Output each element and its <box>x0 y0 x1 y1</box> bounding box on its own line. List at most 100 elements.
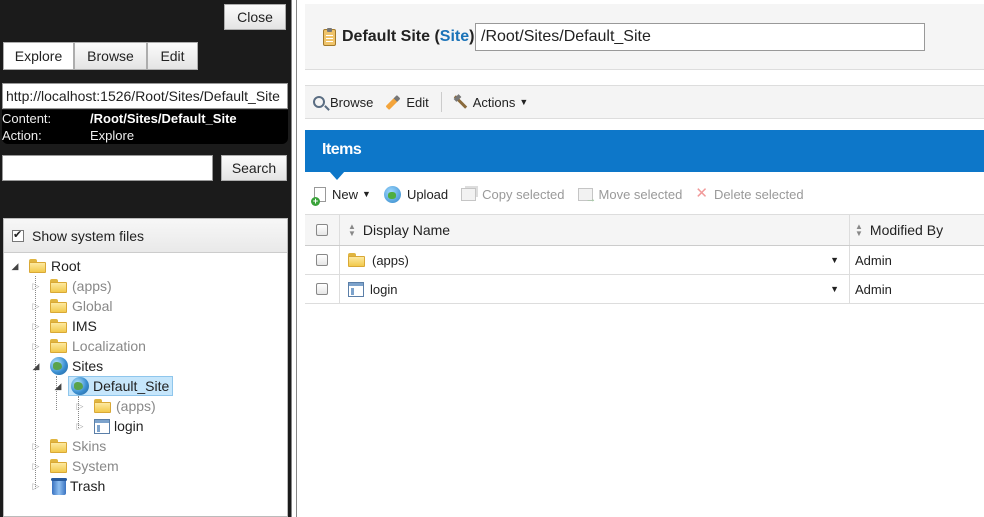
expand-skins-icon[interactable]: ▷ <box>31 441 41 452</box>
expand-default-site-icon[interactable]: ◢ <box>53 381 63 392</box>
show-system-files-toggle[interactable]: Show system files <box>4 219 287 253</box>
tools-icon <box>452 94 468 110</box>
page-title: Default Site (Site) <box>323 27 474 46</box>
clipboard-icon <box>323 27 336 46</box>
row-name-cell: (apps) ▼ <box>339 246 849 274</box>
column-modified-by-label: Modified By <box>869 222 944 238</box>
column-modified-by[interactable]: ▲ ▼ Modified By <box>849 215 984 245</box>
actions-label: Actions <box>472 94 516 110</box>
move-selected-label: Move selected <box>598 186 683 202</box>
expand-site-apps-icon[interactable]: ▷ <box>75 401 85 412</box>
expand-ims-icon[interactable]: ▷ <box>31 321 41 332</box>
expand-localization-icon[interactable]: ▷ <box>31 341 41 352</box>
tree-node-ims[interactable]: IMS <box>50 316 97 336</box>
copy-icon <box>461 187 477 201</box>
row-name[interactable]: login <box>370 282 397 297</box>
expand-login-icon[interactable]: ▷ <box>75 421 85 432</box>
expand-sites-icon[interactable]: ◢ <box>31 361 41 372</box>
tree-node-label: (apps) <box>116 398 156 414</box>
magnifier-icon <box>313 96 325 108</box>
tree-node-localization[interactable]: Localization <box>50 336 146 356</box>
content-label: Content: <box>2 111 52 126</box>
row-checkbox[interactable] <box>316 283 328 295</box>
browse-button[interactable]: Browse <box>313 95 373 110</box>
search-button[interactable]: Search <box>221 155 287 181</box>
tree-node-label: Skins <box>72 438 107 454</box>
delete-x-icon: ✕ <box>695 185 708 202</box>
new-document-icon <box>311 186 326 206</box>
search-input[interactable] <box>2 155 213 181</box>
table-row[interactable]: login ▼ Admin <box>305 275 984 304</box>
folder-icon <box>348 253 366 267</box>
row-select-cell <box>305 246 339 274</box>
tree-node-sites[interactable]: Sites <box>50 356 103 376</box>
page-icon <box>348 281 364 297</box>
tree-node-label: Default_Site <box>93 378 170 394</box>
new-label: New <box>332 186 359 202</box>
chevron-down-icon[interactable]: ▼ <box>830 284 839 294</box>
action-value: Explore <box>90 128 135 143</box>
expand-system-icon[interactable]: ▷ <box>31 461 41 472</box>
upload-globe-icon <box>383 185 401 203</box>
site-name: Default Site <box>342 28 431 45</box>
page-icon <box>94 418 110 434</box>
edit-label: Edit <box>406 94 429 110</box>
upload-button[interactable]: Upload <box>383 185 448 203</box>
tree-node-skins[interactable]: Skins <box>50 436 106 456</box>
folder-icon <box>50 439 68 453</box>
edit-button[interactable]: Edit <box>385 94 429 110</box>
row-modified-by: Admin <box>849 275 984 303</box>
tree-node-label: System <box>72 458 119 474</box>
content-panel: Default Site (Site) /Root/Sites/Default_… <box>297 0 984 517</box>
path-field[interactable]: /Root/Sites/Default_Site <box>475 23 925 51</box>
copy-selected-button[interactable]: Copy selected <box>461 186 565 202</box>
items-section-title: Items <box>305 130 984 172</box>
expand-trash-icon[interactable]: ▷ <box>31 481 41 492</box>
tab-explore[interactable]: Explore <box>3 42 74 70</box>
delete-selected-label: Delete selected <box>713 186 804 202</box>
toolbar-divider <box>440 92 442 112</box>
copy-selected-label: Copy selected <box>482 186 565 202</box>
site-type: Site <box>439 28 470 45</box>
show-system-files-label: Show system files <box>32 227 145 244</box>
column-display-name[interactable]: ▲ ▼ Display Name <box>339 215 849 245</box>
tree-node-system[interactable]: System <box>50 456 119 476</box>
row-select-cell <box>305 275 339 303</box>
tab-browse[interactable]: Browse <box>74 42 147 70</box>
tab-edit[interactable]: Edit <box>147 42 198 70</box>
show-system-files-checkbox[interactable] <box>12 228 24 242</box>
table-row[interactable]: (apps) ▼ Admin <box>305 246 984 275</box>
expand-root-icon[interactable]: ◢ <box>10 261 20 272</box>
items-toolbar: New ▼ Upload Copy selected Move selected… <box>305 180 984 208</box>
move-selected-button[interactable]: Move selected <box>577 186 683 205</box>
tree-node-root[interactable]: Root <box>29 256 81 276</box>
tree-node-global[interactable]: Global <box>50 296 112 316</box>
expand-global-icon[interactable]: ▷ <box>31 301 41 312</box>
tree-node-default-site[interactable]: Default_Site <box>68 376 174 396</box>
expand-apps-icon[interactable]: ▷ <box>31 281 41 292</box>
tree-node-trash[interactable]: Trash <box>51 476 106 496</box>
grid-header-row: ▲ ▼ Display Name ▲ ▼ Modified By <box>305 214 984 246</box>
tree-node-label: Trash <box>70 478 106 494</box>
tree-node-apps[interactable]: (apps) <box>50 276 112 296</box>
chevron-down-icon[interactable]: ▼ <box>830 255 839 265</box>
tree-node-label: Sites <box>72 358 104 374</box>
browse-label: Browse <box>330 94 374 110</box>
delete-selected-button[interactable]: ✕ Delete selected <box>695 185 804 202</box>
new-button[interactable]: New ▼ <box>311 186 371 206</box>
tree-node-login[interactable]: login <box>94 416 144 436</box>
select-all-checkbox[interactable] <box>316 224 328 236</box>
column-display-name-label: Display Name <box>362 222 451 238</box>
action-label: Action: <box>2 128 42 143</box>
explorer-panel: Close Explore Browse Edit http://localho… <box>0 0 291 517</box>
tree-node-label: login <box>114 418 144 434</box>
close-button[interactable]: Close <box>224 4 286 30</box>
row-name[interactable]: (apps) <box>372 253 409 268</box>
row-checkbox[interactable] <box>316 254 328 266</box>
actions-menu[interactable]: Actions ▼ <box>452 94 529 110</box>
url-field[interactable]: http://localhost:1526/Root/Sites/Default… <box>2 83 288 109</box>
tree-node-label: Global <box>72 298 113 314</box>
items-grid: ▲ ▼ Display Name ▲ ▼ Modified By (apps) ▼ … <box>305 214 984 304</box>
tree-node-site-apps[interactable]: (apps) <box>94 396 156 416</box>
globe-icon <box>71 377 89 395</box>
